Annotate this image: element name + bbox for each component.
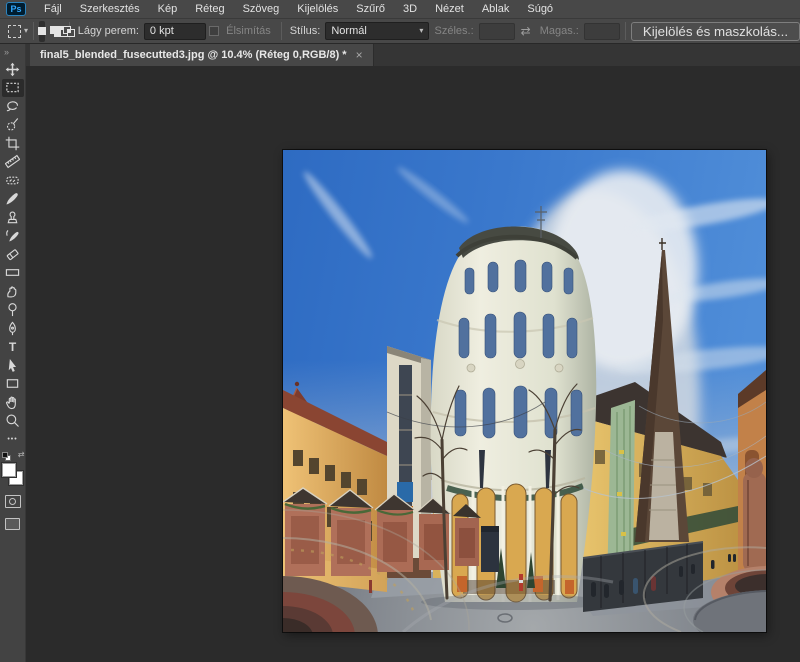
lasso-tool[interactable] (2, 97, 24, 116)
menu-window[interactable]: Ablak (473, 0, 519, 19)
edit-toolbar-button[interactable]: ••• (2, 430, 24, 449)
clone-stamp-tool[interactable] (2, 208, 24, 227)
screen-mode-button[interactable] (5, 518, 20, 530)
document-tab-title: final5_blended_fusecutted3.jpg @ 10.4% (… (40, 49, 347, 61)
menu-image[interactable]: Kép (149, 0, 187, 19)
color-swatches: ⇄ (1, 452, 25, 486)
chevron-down-icon: ▾ (419, 27, 423, 35)
intersect-selection-mode-button[interactable] (58, 21, 64, 42)
menu-bar: Ps Fájl Szerkesztés Kép Réteg Szöveg Kij… (0, 0, 800, 19)
separator (625, 22, 626, 40)
quick-mask-mode-button[interactable] (5, 495, 21, 508)
document-tab-strip: final5_blended_fusecutted3.jpg @ 10.4% (… (26, 44, 800, 66)
collapse-panel-icon[interactable]: » (0, 44, 8, 60)
separator (281, 22, 282, 40)
history-brush-tool[interactable] (2, 227, 24, 246)
crop-tool[interactable] (2, 134, 24, 153)
foreground-color-swatch[interactable] (2, 463, 16, 477)
menu-view[interactable]: Nézet (426, 0, 473, 19)
eraser-tool[interactable] (2, 245, 24, 264)
feather-input[interactable] (144, 23, 206, 40)
quick-selection-tool[interactable] (2, 116, 24, 135)
patch-tool[interactable] (2, 171, 24, 190)
tool-preset-picker[interactable]: ▾ (8, 25, 28, 38)
pen-tool[interactable] (2, 319, 24, 338)
style-value: Normál (331, 25, 366, 37)
feather-label: Lágy perem: (78, 25, 139, 37)
hand-tool[interactable] (2, 393, 24, 412)
chevron-down-icon: ▾ (24, 27, 28, 35)
canvas-image[interactable] (283, 150, 766, 632)
pasteboard (26, 66, 800, 662)
select-and-mask-button[interactable]: Kijelölés és maszkolás... (631, 22, 800, 41)
ruler-tool[interactable] (2, 153, 24, 172)
rectangular-marquee-tool[interactable] (2, 79, 24, 98)
zoom-tool[interactable] (2, 412, 24, 431)
panorama-photo (283, 150, 766, 632)
antialias-checkbox[interactable] (209, 26, 219, 36)
height-label: Magas.: (540, 25, 579, 37)
rectangle-shape-tool[interactable] (2, 375, 24, 394)
menu-edit[interactable]: Szerkesztés (71, 0, 149, 19)
menu-file[interactable]: Fájl (35, 0, 71, 19)
path-selection-tool[interactable] (2, 356, 24, 375)
subtract-from-selection-mode-button[interactable] (51, 21, 57, 42)
close-icon[interactable]: × (356, 48, 363, 62)
brush-tool[interactable] (2, 190, 24, 209)
separator (33, 22, 34, 40)
tool-options-bar: ▾ Lágy perem: Élsimítás Stílus: Normál ▾… (0, 19, 800, 44)
menu-select[interactable]: Kijelölés (288, 0, 347, 19)
dodge-tool[interactable] (2, 301, 24, 320)
width-label: Széles.: (435, 25, 474, 37)
menu-filter[interactable]: Szűrő (347, 0, 394, 19)
menu-layer[interactable]: Réteg (186, 0, 233, 19)
menu-help[interactable]: Súgó (518, 0, 562, 19)
marquee-preset-icon (8, 25, 21, 38)
tools-panel: » T ••• ⇄ (0, 44, 26, 662)
default-colors-icon[interactable] (2, 452, 11, 461)
type-tool[interactable]: T (2, 338, 24, 357)
menu-3d[interactable]: 3D (394, 0, 426, 19)
gradient-tool[interactable] (2, 264, 24, 283)
style-label: Stílus: (290, 25, 321, 37)
swap-colors-icon[interactable]: ⇄ (18, 450, 25, 459)
swap-dimensions-icon[interactable]: ⇄ (521, 24, 531, 38)
width-input[interactable] (479, 23, 515, 40)
photoshop-logo: Ps (6, 2, 26, 16)
move-tool[interactable] (2, 60, 24, 79)
style-dropdown[interactable]: Normál ▾ (325, 22, 429, 40)
smudge-tool[interactable] (2, 282, 24, 301)
menu-type[interactable]: Szöveg (234, 0, 289, 19)
antialias-label: Élsimítás (226, 25, 271, 37)
document-tab[interactable]: final5_blended_fusecutted3.jpg @ 10.4% (… (30, 44, 374, 66)
height-input[interactable] (584, 23, 620, 40)
